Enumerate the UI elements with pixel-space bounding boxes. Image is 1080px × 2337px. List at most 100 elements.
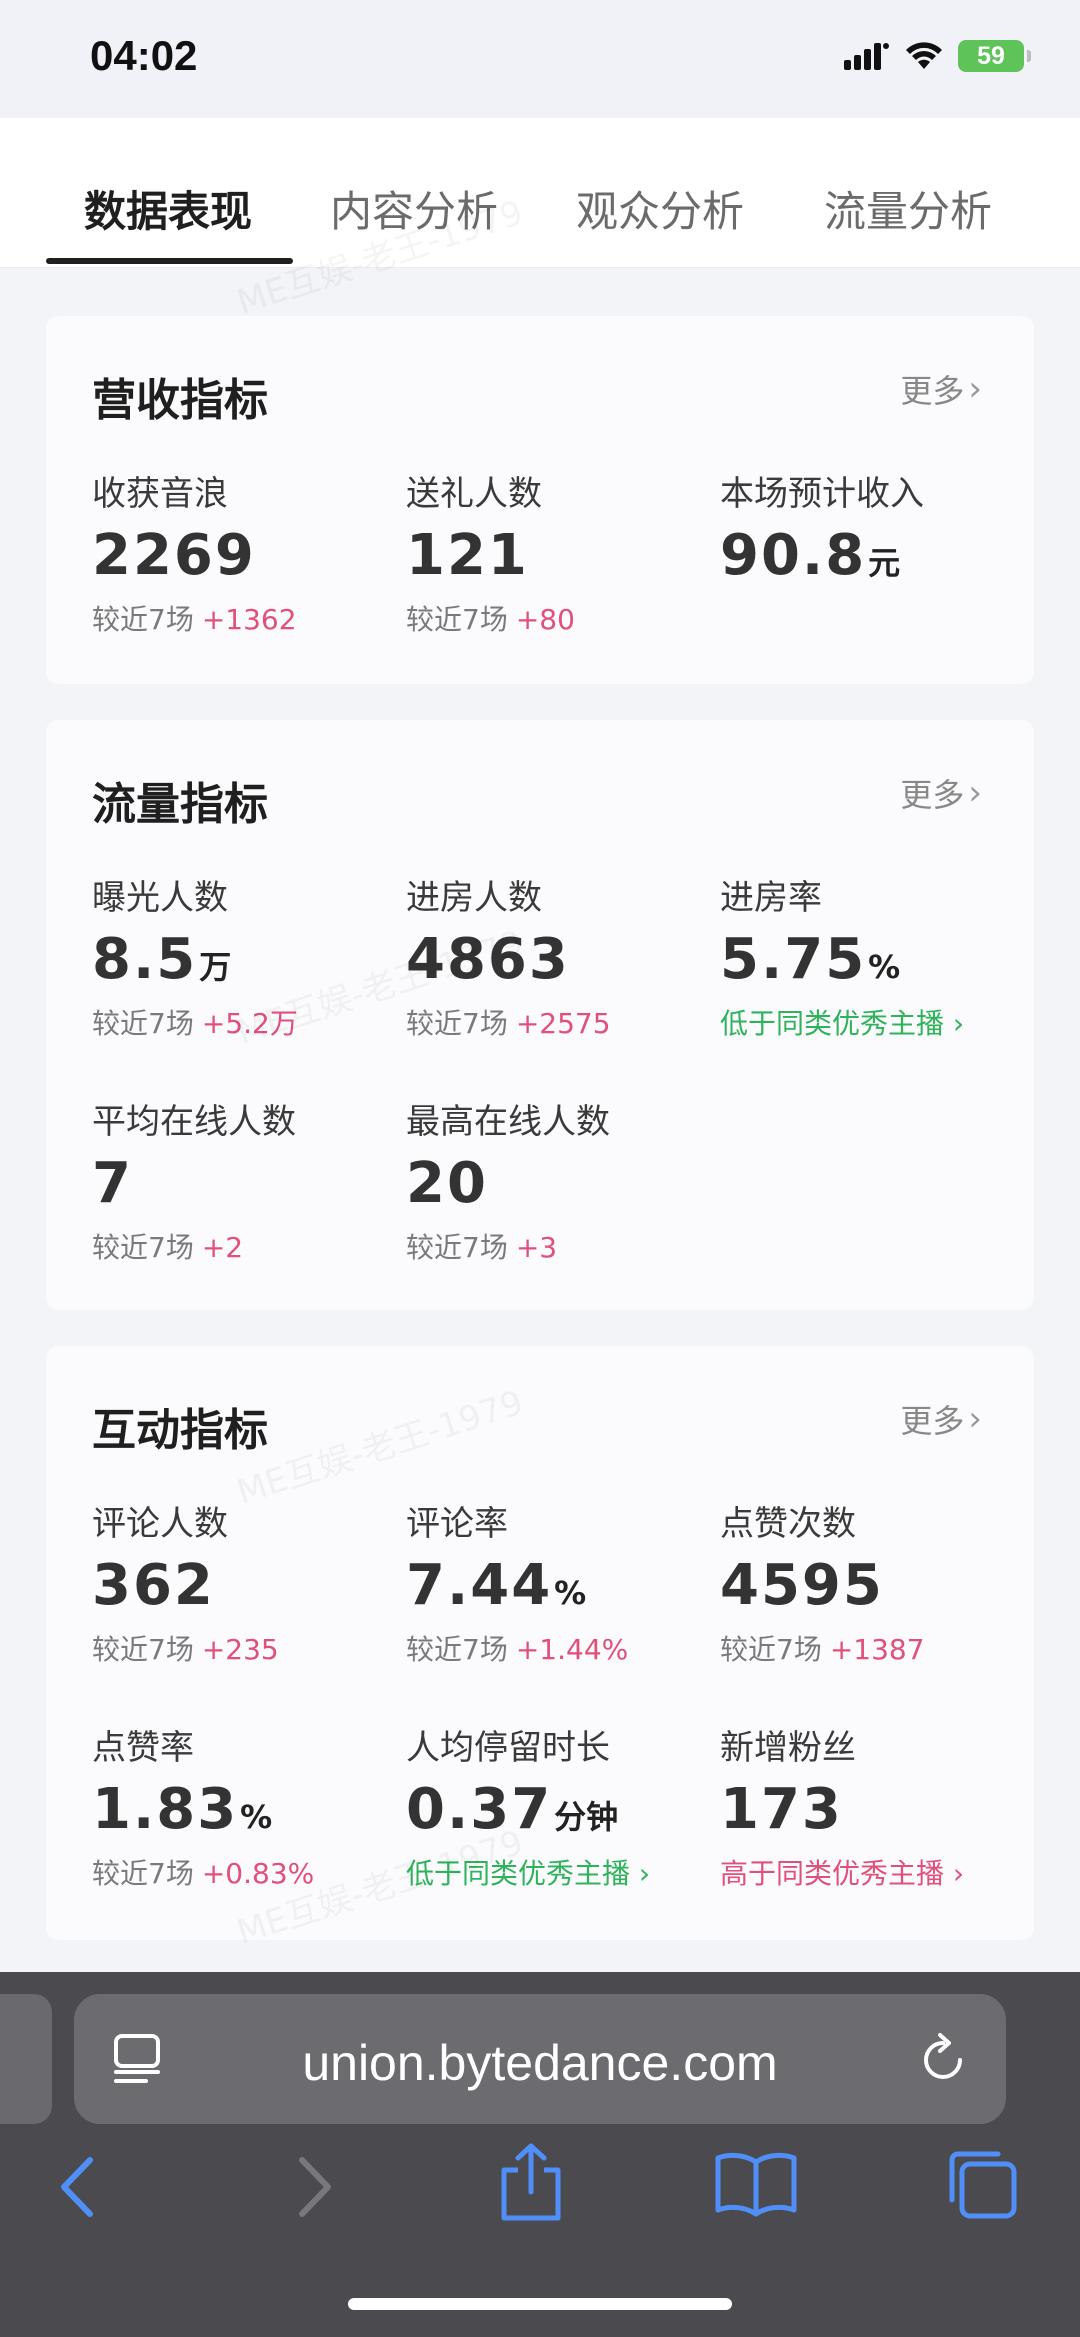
revenue-card: 营收指标 更多 › 收获音浪 2269 较近7场 +1362 送礼人数 121 较… bbox=[46, 316, 1034, 684]
metric-like-rate: 点赞率 1.83% 较近7场 +0.83% bbox=[92, 1720, 392, 1892]
metric-label: 人均停留时长 bbox=[406, 1728, 610, 1768]
metric-compare: 较近7场 +80 bbox=[406, 603, 575, 636]
metric-gift-senders: 送礼人数 121 较近7场 +80 bbox=[406, 466, 706, 638]
more-label: 更多 bbox=[900, 372, 965, 410]
chevron-right-icon: › bbox=[638, 1857, 651, 1890]
metric-value: 4595 bbox=[720, 1553, 884, 1618]
browser-toolbar: union.bytedance.com bbox=[0, 1972, 1080, 2337]
tab-data-performance[interactable]: 数据表现 bbox=[84, 178, 252, 239]
screen: 04:02 59 数据表现 内容分析 观众分析 流量分析 营收指标 更多 › 收… bbox=[0, 0, 1080, 2337]
card-title: 流量指标 bbox=[92, 779, 268, 830]
metric-unit: % bbox=[554, 1574, 587, 1612]
metric-unit: % bbox=[240, 1798, 273, 1836]
metric-label: 本场预计收入 bbox=[720, 474, 924, 514]
metric-value: 362 bbox=[92, 1553, 215, 1618]
card-title: 营收指标 bbox=[92, 375, 268, 426]
active-tab-indicator bbox=[46, 258, 293, 264]
forward-icon[interactable] bbox=[284, 2152, 340, 2222]
metric-label: 评论率 bbox=[406, 1504, 508, 1544]
url-text: union.bytedance.com bbox=[302, 2035, 778, 2091]
tab-traffic-analysis[interactable]: 流量分析 bbox=[824, 178, 992, 239]
address-bar[interactable]: union.bytedance.com bbox=[74, 1994, 1006, 2124]
metric-label: 点赞次数 bbox=[720, 1504, 856, 1544]
metric-delta: +80 bbox=[515, 603, 575, 636]
chevron-right-icon: › bbox=[952, 1007, 965, 1040]
chevron-right-icon: › bbox=[968, 369, 982, 409]
interaction-more-link[interactable]: 更多 › bbox=[900, 1396, 982, 1442]
metric-peak-online: 最高在线人数 20 较近7场 +3 bbox=[406, 1094, 706, 1266]
metric-compare: 较近7场 +0.83% bbox=[92, 1857, 315, 1890]
metric-label: 平均在线人数 bbox=[92, 1102, 296, 1142]
metric-room-entries: 进房人数 4863 较近7场 +2575 bbox=[406, 870, 706, 1042]
metric-delta: +2575 bbox=[515, 1007, 611, 1040]
metric-delta: +0.83% bbox=[201, 1857, 315, 1890]
metric-value: 1.83% bbox=[92, 1777, 273, 1842]
metric-unit: 元 bbox=[868, 544, 901, 582]
chevron-right-icon: › bbox=[952, 1857, 965, 1890]
chevron-right-icon: › bbox=[968, 773, 982, 813]
battery-icon: 59 bbox=[958, 40, 1031, 72]
metric-label: 进房人数 bbox=[406, 878, 542, 918]
status-icons: 59 bbox=[844, 40, 1031, 72]
metric-value: 4863 bbox=[406, 927, 570, 992]
metric-label: 最高在线人数 bbox=[406, 1102, 610, 1142]
metric-entry-rate: 进房率 5.75% 低于同类优秀主播 › bbox=[720, 870, 1020, 1042]
tabs-icon[interactable] bbox=[944, 2146, 1020, 2222]
benchmark-link[interactable]: 低于同类优秀主播 › bbox=[406, 1852, 706, 1892]
metric-label: 新增粉丝 bbox=[720, 1728, 856, 1768]
metric-delta: +3 bbox=[515, 1231, 558, 1264]
cellular-signal-icon bbox=[844, 43, 889, 70]
traffic-card: 流量指标 更多 › 曝光人数 8.5万 较近7场 +5.2万 进房人数 4863 … bbox=[46, 720, 1034, 1310]
benchmark-link[interactable]: 低于同类优秀主播 › bbox=[720, 1002, 1020, 1042]
more-label: 更多 bbox=[900, 1402, 965, 1440]
benchmark-link[interactable]: 高于同类优秀主播 › bbox=[720, 1852, 1020, 1892]
metric-gift-income: 收获音浪 2269 较近7场 +1362 bbox=[92, 466, 392, 638]
metric-new-followers: 新增粉丝 173 高于同类优秀主播 › bbox=[720, 1720, 1020, 1892]
traffic-more-link[interactable]: 更多 › bbox=[900, 770, 982, 816]
metric-compare: 较近7场 +2575 bbox=[406, 1007, 611, 1040]
metric-unit: 分钟 bbox=[554, 1798, 619, 1836]
metric-compare: 较近7场 +5.2万 bbox=[92, 1007, 298, 1040]
metric-compare: 较近7场 +235 bbox=[92, 1633, 279, 1666]
metric-avg-online: 平均在线人数 7 较近7场 +2 bbox=[92, 1094, 392, 1266]
tab-content-analysis[interactable]: 内容分析 bbox=[330, 178, 498, 239]
metric-value: 173 bbox=[720, 1777, 843, 1842]
metric-delta: +5.2万 bbox=[201, 1007, 298, 1040]
metric-value: 90.8元 bbox=[720, 523, 901, 588]
wifi-icon bbox=[906, 42, 942, 69]
tab-bar: 数据表现 内容分析 观众分析 流量分析 bbox=[0, 118, 1080, 268]
metric-compare: 较近7场 +1362 bbox=[92, 603, 297, 636]
metric-exposure: 曝光人数 8.5万 较近7场 +5.2万 bbox=[92, 870, 392, 1042]
reload-icon[interactable] bbox=[916, 2032, 970, 2086]
metric-value: 8.5万 bbox=[92, 927, 232, 992]
back-icon[interactable] bbox=[52, 2152, 108, 2222]
battery-level: 59 bbox=[977, 41, 1005, 70]
metric-delta: +235 bbox=[201, 1633, 279, 1666]
metric-likes: 点赞次数 4595 较近7场 +1387 bbox=[720, 1496, 1020, 1668]
bookmarks-icon[interactable] bbox=[714, 2148, 798, 2218]
more-label: 更多 bbox=[900, 776, 965, 814]
metric-value: 121 bbox=[406, 523, 529, 588]
metric-value: 7 bbox=[92, 1151, 133, 1216]
share-icon[interactable] bbox=[496, 2142, 566, 2222]
metric-label: 曝光人数 bbox=[92, 878, 228, 918]
metric-delta: +1362 bbox=[201, 603, 297, 636]
metric-label: 送礼人数 bbox=[406, 474, 542, 514]
status-time: 04:02 bbox=[90, 32, 198, 79]
metric-value: 5.75% bbox=[720, 927, 901, 992]
metric-label: 收获音浪 bbox=[92, 474, 228, 514]
metric-estimated-income: 本场预计收入 90.8元 bbox=[720, 466, 1020, 588]
metric-compare: 较近7场 +2 bbox=[92, 1231, 244, 1264]
metric-label: 评论人数 bbox=[92, 1504, 228, 1544]
metric-label: 点赞率 bbox=[92, 1728, 194, 1768]
metric-compare: 较近7场 +1387 bbox=[720, 1633, 925, 1666]
previous-tab-pill[interactable] bbox=[0, 1994, 52, 2124]
metric-value: 0.37分钟 bbox=[406, 1777, 619, 1842]
revenue-more-link[interactable]: 更多 › bbox=[900, 366, 982, 412]
metric-avg-stay: 人均停留时长 0.37分钟 低于同类优秀主播 › bbox=[406, 1720, 706, 1892]
metric-compare: 较近7场 +1.44% bbox=[406, 1633, 629, 1666]
metric-commenters: 评论人数 362 较近7场 +235 bbox=[92, 1496, 392, 1668]
tab-audience-analysis[interactable]: 观众分析 bbox=[576, 178, 744, 239]
metric-value: 2269 bbox=[92, 523, 256, 588]
metric-comment-rate: 评论率 7.44% 较近7场 +1.44% bbox=[406, 1496, 706, 1668]
